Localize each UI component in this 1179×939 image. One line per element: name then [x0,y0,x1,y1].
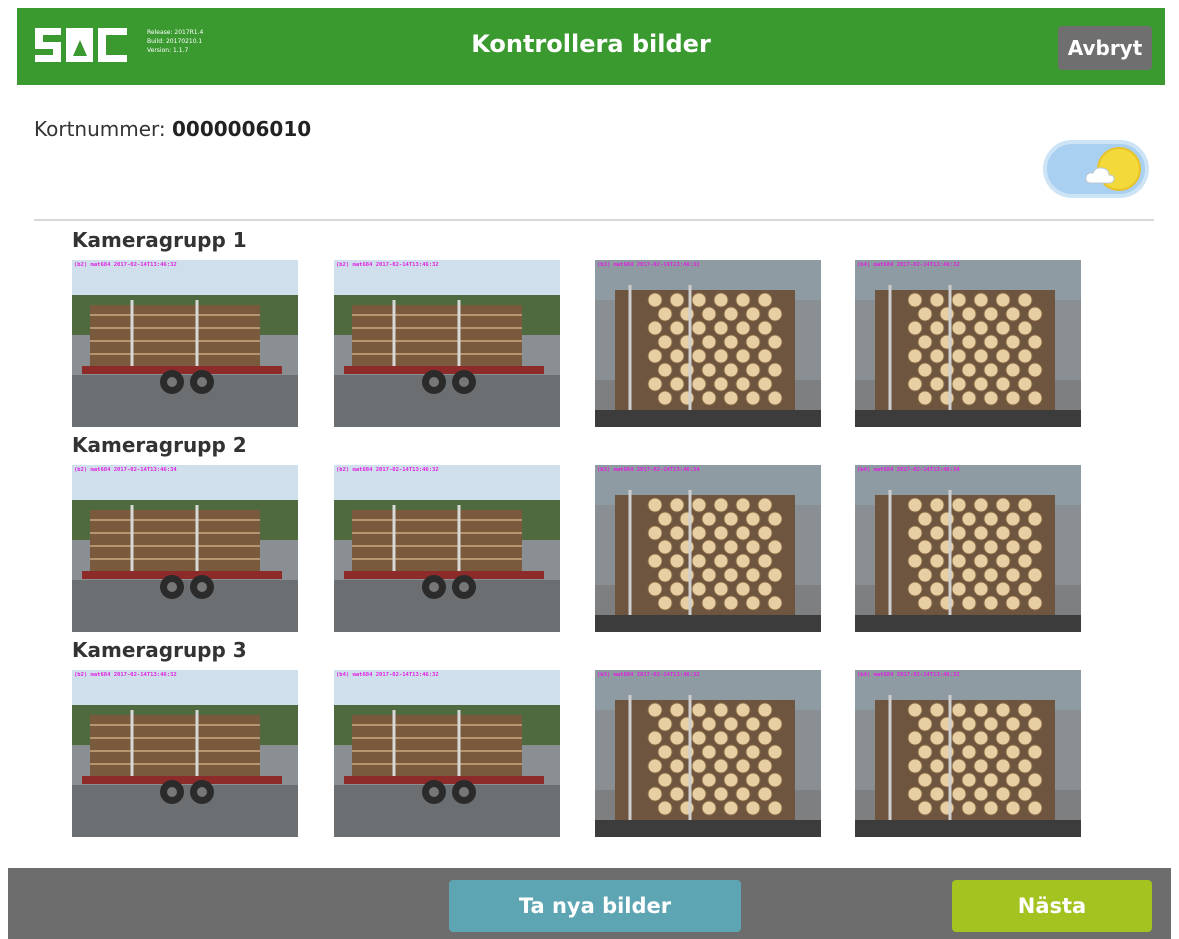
camera-image-thumbnail[interactable]: (b4) mat684 2017-02-14T13:46:32 [855,670,1081,837]
card-number-label: Kortnummer: [34,117,173,141]
card-number: Kortnummer: 0000006010 [34,117,311,141]
camera-image-thumbnail[interactable]: (b4) mat684 2017-02-14T13:46:34 [855,465,1081,632]
divider [34,219,1154,221]
image-timestamp: (b3) mat684 2017-02-14T13:46:32 [597,262,700,268]
camera-image-thumbnail[interactable]: (b3) mat684 2017-02-14T13:46:34 [595,465,821,632]
camera-image-thumbnail[interactable]: (b2) mat684 2017-02-14T13:46:34 [72,465,298,632]
camera-image-thumbnail[interactable]: (b4) mat684 2017-02-14T13:46:32 [334,670,560,837]
image-timestamp: (b2) mat684 2017-02-14T13:46:32 [336,467,439,473]
camera-image-thumbnail[interactable]: (b3) mat684 2017-02-14T13:46:32 [595,260,821,427]
image-timestamp: (b2) mat684 2017-02-14T13:46:32 [74,672,177,678]
camera-image-thumbnail[interactable]: (b4) mat684 2017-02-14T13:46:32 [855,260,1081,427]
camera-image-thumbnail[interactable]: (b2) mat684 2017-02-14T13:46:32 [334,465,560,632]
app-header: Release: 2017R1.4 Build: 20170210.1 Vers… [17,8,1165,85]
card-number-value: 0000006010 [172,117,312,141]
camera-image-thumbnail[interactable]: (b2) mat684 2017-02-14T13:46:32 [334,260,560,427]
cloud-icon [1085,167,1115,184]
image-timestamp: (b2) mat684 2017-02-14T13:46:34 [74,467,177,473]
image-timestamp: (b4) mat684 2017-02-14T13:46:32 [857,262,960,268]
image-timestamp: (b4) mat684 2017-02-14T13:46:32 [857,672,960,678]
camera-image-thumbnail[interactable]: (b3) mat684 2017-02-14T13:46:32 [595,670,821,837]
image-timestamp: (b2) mat684 2017-02-14T13:46:32 [74,262,177,268]
image-timestamp: (b2) mat684 2017-02-14T13:46:32 [336,262,439,268]
camera-image-thumbnail[interactable]: (b2) mat684 2017-02-14T13:46:32 [72,260,298,427]
weather-toggle[interactable] [1043,140,1149,198]
camera-group-title: Kameragrupp 1 [72,228,247,252]
retake-images-button[interactable]: Ta nya bilder [449,880,741,932]
camera-image-thumbnail[interactable]: (b2) mat684 2017-02-14T13:46:32 [72,670,298,837]
image-timestamp: (b3) mat684 2017-02-14T13:46:34 [597,467,700,473]
page-title: Kontrollera bilder [471,30,711,58]
image-timestamp: (b4) mat684 2017-02-14T13:46:34 [857,467,960,473]
camera-group-title: Kameragrupp 3 [72,638,247,662]
cancel-button[interactable]: Avbryt [1058,26,1152,70]
image-timestamp: (b4) mat684 2017-02-14T13:46:32 [336,672,439,678]
image-timestamp: (b3) mat684 2017-02-14T13:46:32 [597,672,700,678]
camera-group-title: Kameragrupp 2 [72,433,247,457]
check-images-screen: Release: 2017R1.4 Build: 20170210.1 Vers… [0,0,1179,939]
next-button[interactable]: Nästa [952,880,1152,932]
